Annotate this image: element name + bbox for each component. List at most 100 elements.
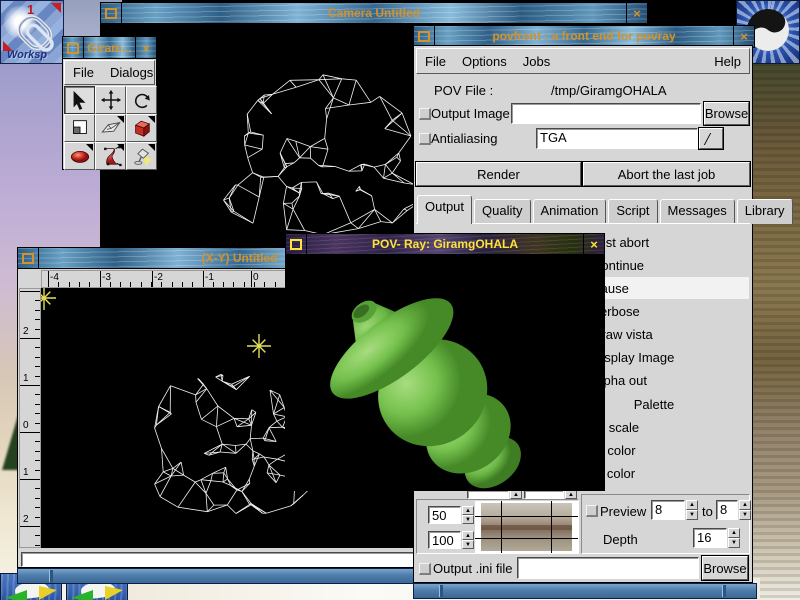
browse-button[interactable]: Browse <box>704 102 749 125</box>
output-ini-input[interactable] <box>517 557 699 579</box>
menu-file[interactable]: File <box>417 50 454 73</box>
icon-art <box>5 590 27 600</box>
ruler-tick <box>35 376 40 377</box>
ruler-tick <box>35 545 40 546</box>
preview-from-input[interactable]: 8 <box>651 500 685 520</box>
browse-ini-button[interactable]: Browse <box>702 556 748 580</box>
width-spinbox[interactable]: 50 <box>428 506 461 524</box>
ruler-tick <box>35 451 40 452</box>
rendered-green-object <box>286 255 604 490</box>
tab-output[interactable]: Output <box>417 195 472 224</box>
abort-button[interactable]: Abort the last job <box>583 162 750 186</box>
crop-line[interactable] <box>551 501 552 553</box>
povray-titlebar[interactable]: POV- Ray: GiramgOHALA × <box>285 233 605 256</box>
tool-sphere[interactable] <box>64 142 95 170</box>
pov-file-label: POV File : <box>434 83 493 98</box>
height-spin-arrows[interactable]: ▲▼ <box>462 531 474 549</box>
tool-rotate[interactable] <box>126 86 157 114</box>
depth-input[interactable]: 16 <box>693 528 727 548</box>
output-ini-checkbox[interactable] <box>419 563 431 575</box>
ruler-tick <box>35 423 40 424</box>
tool-plane[interactable] <box>95 114 126 142</box>
workspace-clip-icon[interactable]: 1 Worksp <box>0 0 64 64</box>
ruler-tick <box>89 282 90 287</box>
ruler-label: -1 <box>205 272 214 283</box>
menu-options[interactable]: Options <box>454 50 515 73</box>
ruler-tick <box>35 488 40 489</box>
miniaturize-button[interactable] <box>18 248 39 269</box>
tool-move[interactable] <box>95 86 126 114</box>
icon-art <box>39 586 57 600</box>
close-button[interactable]: × <box>583 234 604 255</box>
tab-quality[interactable]: Quality <box>474 199 530 224</box>
output-image-checkbox[interactable] <box>419 108 431 120</box>
miniaturize-icon <box>22 253 34 264</box>
lathe-icon <box>99 145 123 167</box>
menu-help[interactable]: Help <box>706 50 749 73</box>
ruler-tick <box>35 535 40 536</box>
height-spinbox[interactable]: 100 <box>428 531 461 549</box>
close-icon: × <box>590 238 598 251</box>
ruler-tick <box>223 282 224 287</box>
menu-file[interactable]: File <box>65 61 102 84</box>
wallpaper-cliff <box>752 0 800 600</box>
tool-light[interactable] <box>126 142 157 170</box>
miniaturize-button[interactable] <box>414 26 435 47</box>
close-icon: × <box>740 30 748 43</box>
toolbox-titlebar[interactable]: Giram... × <box>62 36 157 60</box>
close-button[interactable]: × <box>626 3 647 24</box>
window-title: Camera Untitled <box>101 6 647 20</box>
bridge-shape <box>481 525 572 530</box>
xy-statusbar <box>21 552 459 567</box>
clip-arrow-next[interactable] <box>51 3 61 13</box>
miniaturize-button[interactable] <box>63 37 84 59</box>
format-combo-input[interactable]: TGA <box>536 128 698 149</box>
tool-lathe[interactable] <box>95 142 126 170</box>
antialiasing-checkbox[interactable] <box>419 133 431 145</box>
menu-dialogs[interactable]: Dialogs <box>102 61 161 84</box>
miniaturize-button[interactable] <box>286 234 307 255</box>
povray-render-viewport[interactable] <box>285 254 605 491</box>
preview-to-arrows[interactable]: ▲▼ <box>739 500 751 520</box>
tab-library[interactable]: Library <box>737 199 793 224</box>
depth-arrows[interactable]: ▲▼ <box>728 528 740 548</box>
bridge-photo <box>481 503 572 551</box>
tool-box[interactable] <box>126 114 157 142</box>
preview-checkbox[interactable] <box>586 505 598 517</box>
format-combo-dropdown[interactable] <box>699 128 723 149</box>
ruler-major-tick <box>20 291 41 292</box>
preview-to-label: to <box>702 504 713 519</box>
tab-animation[interactable]: Animation <box>533 199 607 224</box>
crop-line[interactable] <box>501 501 502 553</box>
camera-titlebar[interactable]: Camera Untitled × <box>100 2 648 25</box>
ruler-major-tick <box>20 432 41 433</box>
ruler-tick <box>35 404 40 405</box>
miniaturize-icon <box>105 8 117 19</box>
tool-scale[interactable] <box>64 114 95 142</box>
close-button[interactable]: × <box>135 37 156 59</box>
povfront-resizebar[interactable] <box>413 583 757 599</box>
menu-jobs[interactable]: Jobs <box>515 50 558 73</box>
preview-thumbnail[interactable] <box>475 501 578 553</box>
tab-script[interactable]: Script <box>608 199 657 224</box>
close-button[interactable]: × <box>733 26 754 47</box>
crop-line[interactable] <box>475 538 578 539</box>
crop-line[interactable] <box>475 516 578 517</box>
tab-messages[interactable]: Messages <box>660 199 735 224</box>
render-button[interactable]: Render <box>416 162 581 186</box>
light-source-star[interactable] <box>247 334 271 358</box>
light-source-star[interactable] <box>41 288 56 310</box>
select-arrow-icon <box>68 89 92 111</box>
ruler-tick <box>120 282 121 287</box>
dropdown-arrow-icon <box>704 133 718 145</box>
preview-from-arrows[interactable]: ▲▼ <box>686 500 698 520</box>
width-spin-arrows[interactable]: ▲▼ <box>462 506 474 524</box>
ruler-label: 1 <box>23 467 29 478</box>
xy-resizebar[interactable] <box>17 568 464 584</box>
ruler-major-tick <box>20 385 41 386</box>
tool-select[interactable] <box>64 86 95 114</box>
ruler-tick <box>35 441 40 442</box>
preview-to-input[interactable]: 8 <box>716 500 738 520</box>
miniaturize-button[interactable] <box>101 3 122 24</box>
output-image-input[interactable] <box>511 103 701 124</box>
